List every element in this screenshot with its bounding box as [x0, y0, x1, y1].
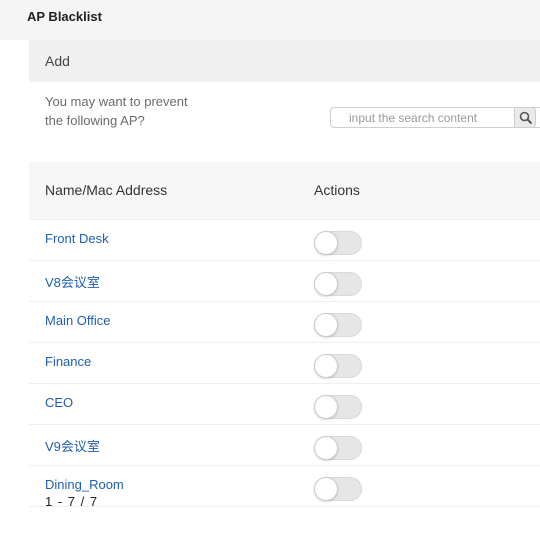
magnifier-icon — [519, 111, 533, 125]
toggle-knob — [314, 477, 338, 501]
table-row: V9会议室 — [29, 425, 540, 466]
toggle-knob — [314, 354, 338, 378]
hint-line-2: the following AP? — [45, 113, 145, 128]
table-row: CEO — [29, 384, 540, 425]
blacklist-toggle[interactable] — [314, 436, 362, 460]
ap-table: Name/Mac Address Actions Front Desk V8会议… — [29, 162, 540, 507]
blacklist-toggle[interactable] — [314, 354, 362, 378]
add-button[interactable]: Add — [29, 40, 540, 82]
ap-name-link[interactable]: Front Desk — [45, 231, 109, 246]
blacklist-toggle[interactable] — [314, 313, 362, 337]
table-row: V8会议室 — [29, 261, 540, 302]
search-input[interactable] — [331, 108, 511, 127]
hint-line-1: You may want to prevent — [45, 94, 188, 109]
search-box — [330, 107, 540, 128]
toggle-knob — [314, 436, 338, 460]
blacklist-toggle[interactable] — [314, 477, 362, 501]
table-row: Main Office — [29, 302, 540, 343]
blacklist-toggle[interactable] — [314, 395, 362, 419]
blacklist-toggle[interactable] — [314, 231, 362, 255]
blacklist-toggle[interactable] — [314, 272, 362, 296]
blacklist-panel: Add You may want to prevent the followin… — [29, 40, 540, 546]
ap-name-link[interactable]: Main Office — [45, 313, 111, 328]
page-title: AP Blacklist — [0, 0, 540, 40]
ap-name-link[interactable]: Dining_Room — [45, 477, 124, 492]
ap-name-link[interactable]: V9会议室 — [45, 436, 100, 455]
hint-text: You may want to prevent the following AP… — [45, 92, 285, 130]
toggle-knob — [314, 313, 338, 337]
ap-name-link[interactable]: V8会议室 — [45, 272, 100, 291]
pagination-info: 1 - 7 / 7 — [45, 494, 99, 509]
table-row: Finance — [29, 343, 540, 384]
table-row: Front Desk — [29, 220, 540, 261]
column-header-name: Name/Mac Address — [45, 182, 168, 198]
ap-name-link[interactable]: Finance — [45, 354, 91, 369]
column-header-actions: Actions — [314, 182, 360, 198]
table-header: Name/Mac Address Actions — [29, 162, 540, 220]
ap-name-link[interactable]: CEO — [45, 395, 73, 410]
toggle-knob — [314, 231, 338, 255]
toggle-knob — [314, 395, 338, 419]
table-row: Dining_Room — [29, 466, 540, 507]
toggle-knob — [314, 272, 338, 296]
search-button[interactable] — [514, 107, 536, 128]
